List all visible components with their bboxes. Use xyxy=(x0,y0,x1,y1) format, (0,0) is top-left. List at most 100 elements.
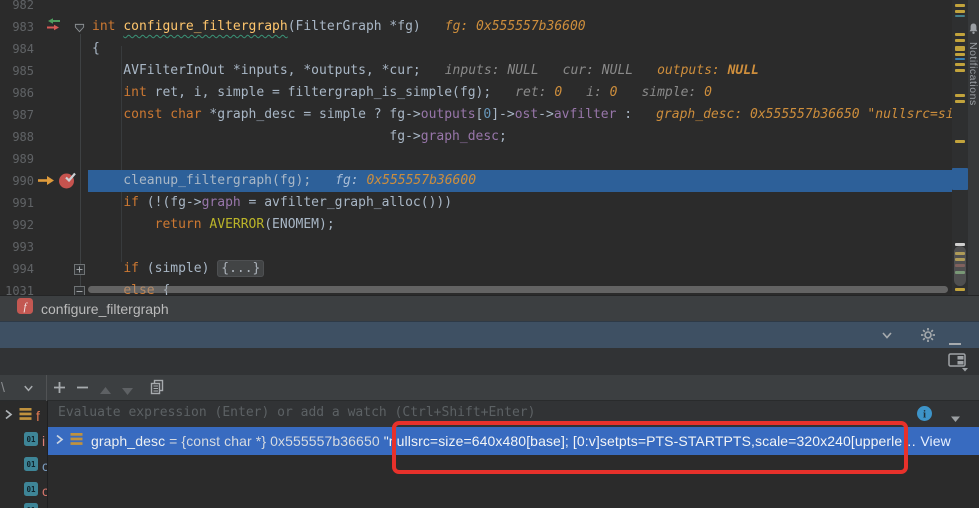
code-line[interactable]: 986 int ret, i, simple = filtergraph_is_… xyxy=(0,82,952,104)
variable-label: r xyxy=(42,504,47,508)
line-number: 992 xyxy=(0,214,44,236)
inline-debug-hint: inputs: NULL xyxy=(445,63,539,78)
stripe-mark xyxy=(955,288,965,291)
breadcrumb-function-label[interactable]: configure_filtergraph xyxy=(41,301,169,317)
variable-label: f xyxy=(36,408,40,424)
code-editor[interactable]: 982983int configure_filtergraph(FilterGr… xyxy=(0,0,952,295)
variable-row[interactable]: 01c xyxy=(0,455,47,477)
breakpoint-verified-icon[interactable] xyxy=(58,171,77,190)
move-up-button[interactable] xyxy=(99,383,112,401)
debugger-variables-area: f01i01c01c01r Evaluate expression (Enter… xyxy=(0,401,979,508)
line-number: 994 xyxy=(0,258,44,280)
watch-icon xyxy=(70,432,83,451)
info-icon[interactable]: i xyxy=(916,405,933,427)
code-line[interactable]: 990 cleanup_filtergraph(fg);fg: 0x555557… xyxy=(0,170,952,192)
line-number: 993 xyxy=(0,236,44,258)
recursive-call-icon xyxy=(44,16,63,34)
svg-text:i: i xyxy=(923,409,926,421)
fold-expand-icon[interactable] xyxy=(74,264,85,275)
line-number: 986 xyxy=(0,82,44,104)
primitive-value-icon: 01 xyxy=(24,432,38,446)
inline-debug-hint: i: 0 xyxy=(586,85,617,100)
layout-settings-icon[interactable] xyxy=(948,352,970,377)
stripe-mark xyxy=(955,53,965,56)
code-line[interactable]: 983int configure_filtergraph(FilterGraph… xyxy=(0,16,952,38)
expand-chevron-icon[interactable] xyxy=(55,432,64,450)
inline-debug-hint: fg: 0x555557b36600 xyxy=(335,173,476,188)
stripe-mark xyxy=(955,58,965,60)
stripe-mark xyxy=(955,94,965,97)
fold-collapse-icon[interactable] xyxy=(74,23,85,34)
ide-window: 982983int configure_filtergraph(FilterGr… xyxy=(0,0,979,508)
line-number: 991 xyxy=(0,192,44,214)
line-number: 988 xyxy=(0,126,44,148)
stripe-mark xyxy=(955,4,965,7)
variable-row[interactable]: 01c xyxy=(0,480,47,502)
code-line[interactable]: 989 xyxy=(0,148,952,170)
remove-watch-button[interactable] xyxy=(75,380,90,400)
copy-button[interactable] xyxy=(149,379,165,401)
watch-string-value: "nullsrc=size=640x480[base]; [0:v]setpts… xyxy=(384,433,903,449)
gear-icon[interactable] xyxy=(920,327,936,348)
bell-icon xyxy=(968,22,979,40)
add-watch-button[interactable] xyxy=(52,380,67,400)
evaluate-expression-input[interactable]: Evaluate expression (Enter) or add a wat… xyxy=(48,401,979,427)
svg-text:01: 01 xyxy=(26,435,36,444)
watch-value-text: graph_desc = {const char *} 0x555557b366… xyxy=(91,433,951,449)
watch-row-graph-desc[interactable]: graph_desc = {const char *} 0x555557b366… xyxy=(48,427,979,455)
primitive-value-icon: 01 xyxy=(24,482,38,496)
inline-debug-hint: ret: 0 xyxy=(515,85,562,100)
code-line[interactable]: 992 return AVERROR(ENOMEM); xyxy=(0,214,952,236)
chevron-down-icon[interactable] xyxy=(880,328,894,347)
code-line[interactable]: 982 xyxy=(0,0,952,16)
code-line[interactable]: 987 const char *graph_desc = simple ? fg… xyxy=(0,104,952,126)
editor-lines: 982983int configure_filtergraph(FilterGr… xyxy=(0,0,952,295)
expand-chevron-icon[interactable] xyxy=(4,409,13,420)
watch-type-address: = {const char *} 0x555557b36650 xyxy=(165,433,384,449)
clipped-icon: \ xyxy=(1,379,11,395)
horizontal-scrollbar[interactable] xyxy=(88,286,948,293)
scrollbar-stripe[interactable] xyxy=(952,0,968,295)
history-caret-icon[interactable] xyxy=(951,410,961,428)
code-line[interactable]: 988 fg->graph_desc; xyxy=(0,126,952,148)
inline-debug-hint: graph_desc: 0x555557b36650 "nullsrc=siz xyxy=(656,107,952,122)
variable-row[interactable]: 01 i xyxy=(0,430,47,452)
code-line[interactable]: 984{ xyxy=(0,38,952,60)
toolbar-chevron-down-icon[interactable] xyxy=(22,382,35,400)
stripe-mark xyxy=(955,39,965,42)
code-line[interactable]: 985 AVFilterInOut *inputs, *outputs, *cu… xyxy=(0,60,952,82)
svg-text:01: 01 xyxy=(26,460,36,469)
variables-left-pane[interactable]: f01i01c01c01r xyxy=(0,401,47,508)
code-line[interactable]: 993 xyxy=(0,236,952,258)
debug-toolwindow-header xyxy=(0,321,979,348)
fold-collapse-box-icon[interactable] xyxy=(74,286,85,296)
notifications-toolwindow-button[interactable]: Notifications xyxy=(968,0,979,295)
evaluate-placeholder: Evaluate expression (Enter) or add a wat… xyxy=(58,405,535,420)
inline-debug-hint: fg: 0x555557b36600 xyxy=(445,19,586,34)
stripe-mark xyxy=(955,10,965,13)
stripe-mark xyxy=(952,168,968,190)
variable-label: i xyxy=(42,433,45,449)
watch-name: graph_desc xyxy=(91,433,165,449)
toolbar-separator xyxy=(46,375,47,401)
stripe-mark xyxy=(955,63,965,66)
inline-debug-hint: outputs: NULL xyxy=(657,63,759,78)
variable-row[interactable]: 01r xyxy=(0,501,47,508)
inline-debug-hint: simple: 0 xyxy=(641,85,711,100)
execution-pointer-icon xyxy=(36,173,56,188)
primitive-value-icon: 01 xyxy=(24,457,38,471)
line-number: 982 xyxy=(0,0,44,16)
svg-text:01: 01 xyxy=(26,485,36,494)
code-line[interactable]: 994 if (simple) {...} xyxy=(0,258,952,280)
stripe-mark xyxy=(955,100,965,103)
inline-debug-hint: cur: NULL xyxy=(563,63,633,78)
stripe-mark xyxy=(955,33,965,36)
variable-row[interactable]: f xyxy=(0,405,47,427)
vertical-scrollbar-thumb[interactable] xyxy=(954,246,966,286)
code-line[interactable]: 991 if (!(fg->graph = avfilter_graph_all… xyxy=(0,192,952,214)
stripe-mark xyxy=(955,46,965,51)
view-link[interactable]: View xyxy=(920,433,951,449)
move-down-button[interactable] xyxy=(121,383,134,401)
function-icon: f xyxy=(17,298,33,319)
watches-toolbar: \ xyxy=(0,375,979,401)
